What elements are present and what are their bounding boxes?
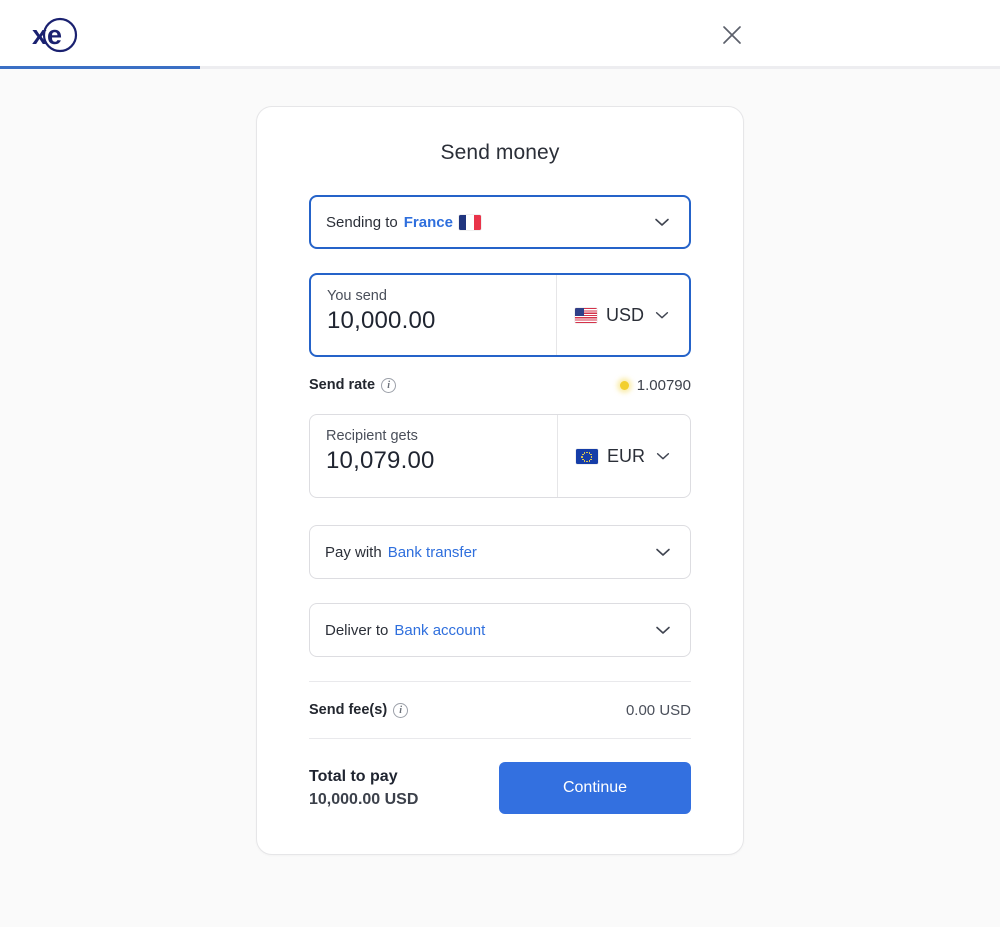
recipient-gets-currency-select[interactable]: EUR <box>558 415 690 497</box>
total-row: Total to pay 10,000.00 USD Continue <box>309 739 691 814</box>
app-header: xe <box>0 0 1000 69</box>
svg-text:xe: xe <box>32 20 62 50</box>
chevron-down-icon <box>652 212 672 232</box>
close-button[interactable] <box>712 15 752 55</box>
pay-with-label: Pay with Bank transfer <box>325 544 477 561</box>
recipient-gets-label: Recipient gets <box>326 428 418 444</box>
total-block: Total to pay 10,000.00 USD <box>309 768 418 809</box>
flag-eu-icon <box>575 448 598 464</box>
page-title: Send money <box>440 141 560 164</box>
progress-bar-fill <box>0 66 200 69</box>
total-to-pay-amount: 10,000.00 USD <box>309 790 419 808</box>
chevron-down-icon <box>654 447 672 465</box>
pay-with-value: Bank transfer <box>387 543 477 561</box>
send-rate-value-wrap: 1.00790 <box>619 376 691 394</box>
total-to-pay-label: Total to pay <box>309 767 398 785</box>
xe-logo[interactable]: xe <box>26 0 84 69</box>
progress-bar-track <box>0 66 1000 69</box>
recipient-gets-amount[interactable]: 10,079.00 <box>326 447 557 475</box>
you-send-field[interactable]: You send 10,000.00 USD <box>309 273 691 357</box>
send-fees-text: Send fee(s) <box>309 702 388 718</box>
send-rate-label: Send rate i <box>309 377 397 393</box>
recipient-gets-currency-code: EUR <box>606 445 645 466</box>
destination-prefix: Sending to <box>326 213 398 231</box>
page-body: Send money Sending to France You send 10… <box>0 69 1000 927</box>
chevron-down-icon <box>653 542 673 562</box>
chevron-down-icon <box>653 620 673 640</box>
flag-france-icon <box>458 214 481 230</box>
send-rate-value: 1.00790 <box>636 376 691 394</box>
pay-with-select[interactable]: Pay with Bank transfer <box>309 525 691 579</box>
recipient-gets-field[interactable]: Recipient gets 10,079.00 EUR <box>309 414 691 498</box>
destination-country-select[interactable]: Sending to France <box>309 195 691 249</box>
send-fees-row: Send fee(s) i 0.00 USD <box>309 682 691 738</box>
send-money-card: Send money Sending to France You send 10… <box>256 106 744 855</box>
destination-country-value: France <box>403 213 453 231</box>
deliver-to-select[interactable]: Deliver to Bank account <box>309 603 691 657</box>
deliver-to-prefix: Deliver to <box>325 621 389 639</box>
you-send-amount[interactable]: 10,000.00 <box>327 307 556 335</box>
deliver-to-value: Bank account <box>394 621 486 639</box>
destination-label: Sending to France <box>326 214 481 231</box>
live-rate-dot-icon <box>619 380 629 390</box>
deliver-to-label: Deliver to Bank account <box>325 622 485 639</box>
recipient-gets-input-area[interactable]: Recipient gets 10,079.00 <box>310 415 558 497</box>
send-fees-value: 0.00 USD <box>625 701 691 719</box>
chevron-down-icon <box>653 306 671 324</box>
send-fees-label: Send fee(s) i <box>309 702 409 718</box>
you-send-currency-select[interactable]: USD <box>557 275 689 355</box>
info-icon[interactable]: i <box>381 377 397 393</box>
continue-button[interactable]: Continue <box>499 762 691 814</box>
pay-with-prefix: Pay with <box>325 543 382 561</box>
you-send-label: You send <box>327 288 387 304</box>
you-send-currency-code: USD <box>605 304 644 325</box>
close-icon <box>723 25 741 44</box>
you-send-input-area[interactable]: You send 10,000.00 <box>311 275 557 355</box>
flag-usa-icon <box>574 307 597 323</box>
xe-logo-icon: xe <box>32 17 78 52</box>
send-rate-row: Send rate i 1.00790 <box>309 374 691 396</box>
info-icon[interactable]: i <box>393 702 409 718</box>
send-rate-text: Send rate <box>309 377 376 393</box>
